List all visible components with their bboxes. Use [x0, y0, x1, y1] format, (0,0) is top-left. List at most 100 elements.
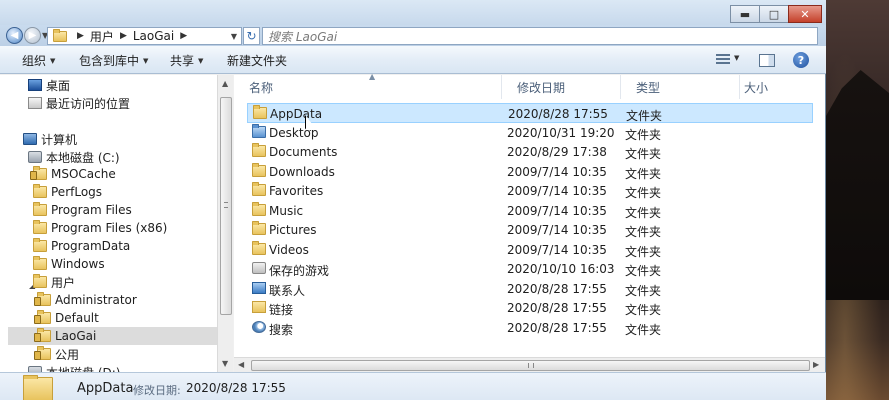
file-row[interactable]: 联系人 2020/8/28 17:55 文件夹 — [247, 279, 813, 299]
help-icon: ? — [793, 52, 809, 68]
file-date: 2020/8/29 17:38 — [507, 145, 607, 159]
address-dropdown-icon[interactable]: ▼ — [231, 32, 237, 41]
view-options-dropdown-icon[interactable]: ▼ — [734, 54, 739, 62]
title-bar[interactable]: ▬ □ ✕ — [0, 0, 826, 25]
folder-icon — [33, 274, 47, 288]
window-controls: ▬ □ ✕ — [730, 5, 822, 23]
computer-icon — [23, 133, 37, 145]
file-row[interactable]: Music 2009/7/14 10:35 文件夹 — [247, 201, 813, 221]
file-row[interactable]: Desktop 2020/10/31 19:20 文件夹 — [247, 123, 813, 143]
sidebar-item-computer[interactable]: 计算机 — [23, 130, 77, 148]
sidebar-item-label: Program Files — [51, 203, 132, 217]
file-type: 文件夹 — [625, 225, 662, 239]
file-list-scrollbar[interactable]: ◀ ▶ — [234, 357, 825, 372]
scrollbar-thumb[interactable] — [251, 360, 810, 371]
file-date: 2020/8/28 17:55 — [507, 321, 607, 335]
file-type: 文件夹 — [625, 206, 662, 220]
file-name: 链接 — [269, 303, 294, 317]
sidebar-item-perflogs[interactable]: PerfLogs — [33, 183, 102, 201]
column-header-label: 名称 — [249, 80, 274, 95]
column-header-date[interactable]: 修改日期 — [502, 75, 621, 99]
help-button[interactable]: ? — [791, 50, 811, 70]
file-date: 2020/10/10 16:03 — [507, 262, 615, 276]
links-icon — [252, 301, 266, 313]
modified-date-label: 修改日期: — [133, 384, 181, 397]
breadcrumb-laogai[interactable]: LaoGai — [133, 29, 174, 43]
navigation-scrollbar[interactable]: ▲ ▼ — [217, 75, 233, 372]
file-type: 文件夹 — [625, 147, 662, 161]
scroll-up-icon[interactable]: ▲ — [222, 79, 228, 88]
include-in-library-button[interactable]: 包含到库中 ▼ — [79, 52, 148, 69]
maximize-button[interactable]: □ — [759, 5, 789, 23]
breadcrumb-users[interactable]: 用户 — [90, 28, 114, 45]
search-input[interactable]: 搜索 LaoGai — [262, 27, 818, 45]
sidebar-item-desktop[interactable]: 桌面 — [28, 76, 70, 94]
file-name: Documents — [269, 145, 338, 159]
new-folder-button[interactable]: 新建文件夹 — [227, 52, 287, 69]
sidebar-item-users[interactable]: 用户 — [33, 273, 75, 291]
column-header-type[interactable]: 类型 — [621, 75, 740, 99]
folder-icon — [252, 163, 266, 177]
sidebar-item-programdata[interactable]: ProgramData — [33, 237, 130, 255]
sidebar-item-label: LaoGai — [55, 329, 97, 343]
sidebar-item-drive-d[interactable]: 本地磁盘 (D:) — [28, 363, 120, 372]
sidebar-item-program-files-x86[interactable]: Program Files (x86) — [33, 219, 167, 237]
breadcrumb-separator-icon[interactable]: ▶ — [120, 31, 127, 41]
scroll-down-icon[interactable]: ▼ — [222, 359, 228, 368]
chevron-down-icon: ▼ — [143, 56, 149, 65]
scroll-right-icon[interactable]: ▶ — [813, 360, 819, 369]
forward-button[interactable]: ▶ — [24, 27, 41, 44]
sidebar-item-label: 桌面 — [46, 78, 71, 93]
column-header-size[interactable]: 大小 — [729, 75, 825, 99]
sidebar-item-program-files[interactable]: Program Files — [33, 201, 132, 219]
organize-button[interactable]: 组织 ▼ — [22, 52, 55, 69]
column-header-label: 大小 — [744, 80, 769, 95]
share-button[interactable]: 共享 ▼ — [170, 52, 203, 69]
refresh-button[interactable]: ↻ — [243, 27, 260, 45]
file-row[interactable]: Pictures 2009/7/14 10:35 文件夹 — [247, 220, 813, 240]
file-date: 2009/7/14 10:35 — [507, 184, 607, 198]
file-name: Pictures — [269, 223, 317, 237]
chevron-down-icon: ▼ — [50, 56, 56, 65]
sidebar-item-windows[interactable]: Windows — [33, 255, 105, 273]
selected-item-name: AppData — [77, 381, 134, 396]
back-button[interactable]: ◀ — [6, 27, 23, 44]
minimize-button[interactable]: ▬ — [730, 5, 760, 23]
file-row[interactable]: Videos 2009/7/14 10:35 文件夹 — [247, 240, 813, 260]
close-button[interactable]: ✕ — [788, 5, 822, 23]
folder-icon — [23, 375, 53, 400]
file-row[interactable]: Downloads 2009/7/14 10:35 文件夹 — [247, 162, 813, 182]
breadcrumb-separator-icon[interactable]: ▶ — [180, 31, 187, 41]
file-row[interactable]: 保存的游戏 2020/10/10 16:03 文件夹 — [247, 259, 813, 279]
file-date: 2009/7/14 10:35 — [507, 223, 607, 237]
sidebar-item-label: Default — [55, 311, 99, 325]
sidebar-item-label: Program Files (x86) — [51, 221, 168, 235]
change-view-button[interactable] — [713, 50, 733, 70]
file-row[interactable]: Favorites 2009/7/14 10:35 文件夹 — [247, 181, 813, 201]
sidebar-item-drive-c[interactable]: 本地磁盘 (C:) — [28, 148, 120, 166]
file-name: Downloads — [269, 165, 335, 179]
file-name: AppData — [270, 107, 323, 121]
sidebar-item-public[interactable]: 公用 — [34, 345, 79, 363]
sidebar-item-label: MSOCache — [51, 167, 116, 181]
file-row[interactable]: AppData 2020/8/28 17:55 文件夹 — [247, 103, 813, 123]
folder-icon — [33, 238, 47, 252]
sidebar-item-laogai[interactable]: LaoGai — [34, 327, 97, 345]
sidebar-item-recent-places[interactable]: 最近访问的位置 — [28, 94, 130, 112]
address-bar[interactable]: ▶ 用户 ▶ LaoGai ▶ ▼ — [47, 27, 242, 45]
scroll-left-icon[interactable]: ◀ — [238, 360, 244, 369]
sidebar-item-default[interactable]: Default — [34, 309, 99, 327]
breadcrumb-separator-icon[interactable]: ▶ — [77, 31, 84, 41]
scrollbar-thumb[interactable] — [220, 97, 232, 315]
sidebar-item-label: Windows — [51, 257, 105, 271]
file-row[interactable]: 搜索 2020/8/28 17:55 文件夹 — [247, 318, 813, 338]
sidebar-item-msocache[interactable]: MSOCache — [30, 165, 116, 183]
column-header-name[interactable]: 名称 ▲ — [234, 72, 502, 99]
file-name: 联系人 — [269, 284, 306, 298]
file-name: Videos — [269, 243, 309, 257]
desktop-background — [826, 0, 889, 400]
file-row[interactable]: 链接 2020/8/28 17:55 文件夹 — [247, 298, 813, 318]
file-row[interactable]: Documents 2020/8/29 17:38 文件夹 — [247, 142, 813, 162]
sidebar-item-administrator[interactable]: Administrator — [34, 291, 137, 309]
preview-pane-button[interactable] — [757, 50, 777, 70]
